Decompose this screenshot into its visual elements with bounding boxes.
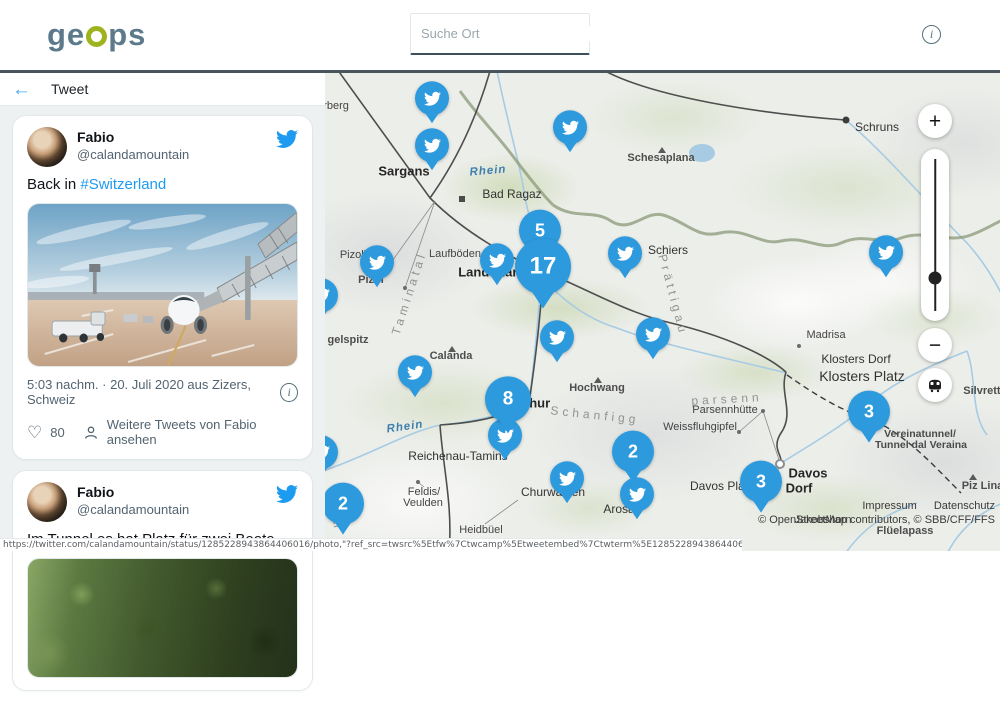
map-label: Heidbüel bbox=[459, 524, 502, 536]
map-label: Reichenau-Tamins bbox=[408, 449, 507, 463]
dot-symbol bbox=[737, 430, 741, 434]
tweet-author-handle: @calandamountain bbox=[77, 147, 266, 163]
sidebar-header: ← Tweet bbox=[0, 73, 325, 106]
map-label: Schruns bbox=[855, 120, 899, 134]
dot-symbol bbox=[797, 344, 801, 348]
dot-symbol bbox=[416, 480, 420, 484]
tweet-pin-marker[interactable] bbox=[608, 236, 642, 270]
follow-person-icon bbox=[83, 424, 99, 441]
place-search-box[interactable] bbox=[410, 13, 590, 55]
tweet-cluster-marker[interactable]: 8 bbox=[485, 376, 531, 422]
tweet-pin-marker[interactable] bbox=[540, 320, 574, 354]
map-label: Calanda bbox=[430, 350, 473, 362]
map-label: Veulden bbox=[403, 497, 443, 509]
train-layer-button[interactable] bbox=[918, 368, 952, 402]
tweet-author-handle: @calandamountain bbox=[77, 502, 266, 518]
avatar[interactable] bbox=[27, 482, 67, 522]
avatar[interactable] bbox=[27, 127, 67, 167]
tweet-pin-marker[interactable] bbox=[398, 355, 432, 389]
map-label: Klosters Dorf bbox=[821, 352, 890, 366]
map-label: Madrisa bbox=[806, 329, 845, 341]
tweet-pin-marker[interactable] bbox=[869, 235, 903, 269]
cluster-count: 8 bbox=[503, 388, 514, 410]
map-label: Bad Ragaz bbox=[482, 187, 541, 201]
cluster-count: 3 bbox=[864, 401, 874, 422]
app-header: ge ps i bbox=[0, 0, 1000, 70]
tweet-pin-marker[interactable] bbox=[553, 110, 587, 144]
tweet-timestamp: 5:03 nachm. · 20. Juli 2020 aus Zizers, … bbox=[27, 377, 280, 407]
tweet-list: Fabio @calandamountain Back in #Switzerl… bbox=[0, 106, 325, 710]
map-label: Dorf bbox=[786, 481, 813, 496]
tweet-pin-marker[interactable] bbox=[415, 81, 449, 115]
map-label: Davos bbox=[788, 466, 827, 481]
tweet-cluster-marker[interactable]: 17 bbox=[515, 239, 571, 295]
cluster-count: 2 bbox=[338, 493, 348, 514]
map-label: Schesaplana bbox=[627, 152, 694, 164]
datenschutz-link[interactable]: Datenschutz bbox=[934, 500, 995, 512]
info-button[interactable]: i bbox=[922, 25, 941, 44]
tweet-author-name: Fabio bbox=[77, 484, 266, 502]
map-label: Sargans bbox=[378, 164, 429, 179]
map-label: erberg bbox=[325, 100, 349, 112]
like-heart-icon[interactable]: ♡ bbox=[27, 424, 42, 441]
tweet-pin-marker[interactable] bbox=[550, 461, 584, 495]
twitter-icon[interactable] bbox=[276, 483, 298, 505]
cluster-count: 17 bbox=[530, 253, 557, 281]
more-tweets-link[interactable]: Weitere Tweets von Fabio ansehen bbox=[107, 417, 298, 447]
logo-text-post: ps bbox=[108, 17, 146, 53]
map-label: Hochwang bbox=[569, 382, 625, 394]
tweet-pin-marker[interactable] bbox=[636, 317, 670, 351]
map-label: Silvretta bbox=[963, 385, 1000, 397]
tweet-card: Fabio @calandamountain Im Tunnel es hat … bbox=[12, 470, 313, 691]
tweet-pin-marker[interactable] bbox=[360, 245, 394, 279]
map-label: Parsennhütte bbox=[692, 404, 757, 416]
geops-logo: ge ps bbox=[47, 17, 146, 53]
header-divider bbox=[0, 70, 1000, 73]
map-label: Piz Linard bbox=[962, 480, 1000, 492]
tweet-info-icon[interactable]: i bbox=[280, 383, 298, 402]
tweet-photo[interactable] bbox=[27, 203, 298, 367]
dot-symbol bbox=[761, 409, 765, 413]
info-icon: i bbox=[922, 25, 941, 44]
map-label: Klosters Platz bbox=[819, 368, 905, 384]
impressum-link[interactable]: Impressum bbox=[862, 500, 916, 512]
zoom-slider-handle[interactable] bbox=[929, 272, 942, 285]
cluster-count: 2 bbox=[628, 441, 638, 462]
tweet-cluster-marker[interactable]: 2 bbox=[612, 431, 654, 473]
zoom-slider-track bbox=[934, 159, 936, 311]
tweet-pin-marker[interactable] bbox=[415, 128, 449, 162]
like-count[interactable]: 80 bbox=[50, 425, 64, 440]
map-label: Weissfluhgipfel bbox=[663, 421, 737, 433]
tweet-sidebar: ← Tweet Fabio @calandamountain Back in #… bbox=[0, 73, 325, 551]
zoom-slider[interactable] bbox=[921, 149, 949, 321]
copyright-text: © OpenStreetMap contributors, © SBB/CFF/… bbox=[758, 514, 995, 526]
train-icon bbox=[926, 376, 944, 394]
map-label: gelspitz bbox=[328, 334, 369, 346]
map-label: Flüelapass bbox=[877, 525, 934, 537]
twitter-icon[interactable] bbox=[276, 128, 298, 150]
zoom-out-button[interactable]: − bbox=[918, 328, 952, 362]
link-preview-statusbar: https://twitter.com/calandamountain/stat… bbox=[0, 538, 742, 551]
square-symbol bbox=[459, 196, 465, 202]
zoom-in-button[interactable]: + bbox=[918, 104, 952, 138]
dark-dot-symbol bbox=[843, 117, 850, 124]
hashtag-link[interactable]: #Switzerland bbox=[80, 176, 166, 193]
map-label: Laufböden bbox=[429, 248, 481, 260]
map-label: Tunnel dal Veraina bbox=[875, 439, 967, 451]
search-input[interactable] bbox=[421, 26, 597, 41]
back-arrow-icon[interactable]: ← bbox=[12, 80, 31, 99]
tweet-text: Back in #Switzerland bbox=[27, 176, 298, 193]
logo-o-ring bbox=[86, 26, 107, 47]
tweet-cluster-marker[interactable]: 3 bbox=[848, 391, 890, 433]
sidebar-title: Tweet bbox=[51, 81, 88, 97]
tweet-cluster-marker[interactable]: 3 bbox=[740, 461, 782, 503]
tweet-card: Fabio @calandamountain Back in #Switzerl… bbox=[12, 115, 313, 460]
map-canvas[interactable]: erbergSargansRheinBad RagazSchesaplanaSc… bbox=[325, 73, 1000, 551]
tweet-pin-marker[interactable] bbox=[480, 243, 514, 277]
tweet-author-name: Fabio bbox=[77, 129, 266, 147]
logo-text-pre: ge bbox=[47, 17, 85, 53]
map-attribution: Impressum Datenschutz © OpenStreetMap co… bbox=[758, 500, 995, 526]
cluster-count: 3 bbox=[756, 471, 766, 492]
tweet-photo[interactable] bbox=[27, 558, 298, 678]
